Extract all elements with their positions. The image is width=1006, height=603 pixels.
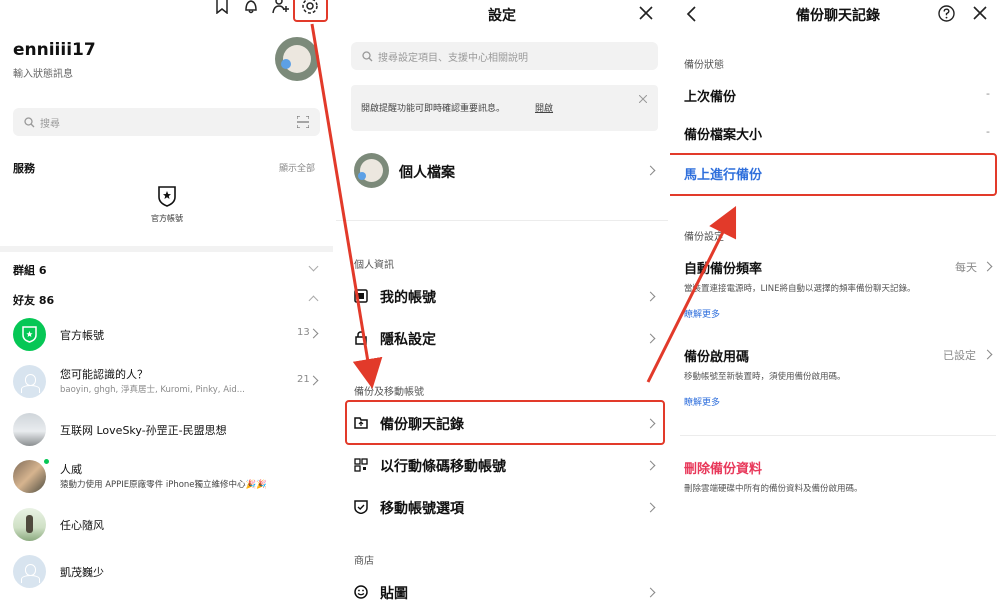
arrow-settings-to-backup [310,23,383,389]
annotation-arrows [310,23,737,389]
arrow-backup-to-backup-now [646,205,737,383]
